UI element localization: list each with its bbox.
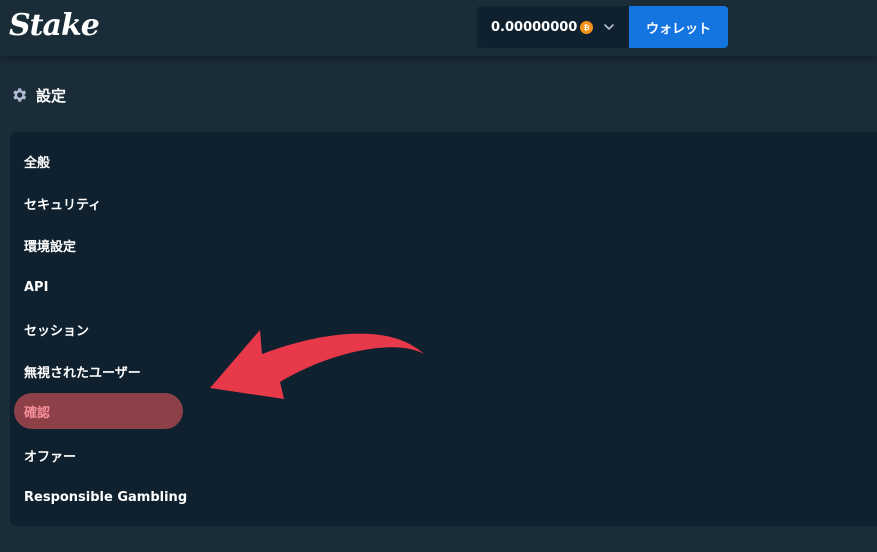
- menu-item-api[interactable]: API: [14, 269, 68, 305]
- stake-logo[interactable]: Stake: [9, 8, 100, 43]
- chevron-down-icon: [604, 24, 615, 30]
- menu-item-preferences[interactable]: 環境設定: [14, 227, 96, 263]
- wallet-button[interactable]: ウォレット: [629, 6, 728, 48]
- menu-item-offers[interactable]: オファー: [14, 437, 96, 473]
- balance-selector[interactable]: 0.00000000 ₿: [477, 6, 629, 48]
- bitcoin-icon: ₿: [580, 20, 594, 34]
- menu-item-ignored-users[interactable]: 無視されたユーザー: [14, 353, 161, 389]
- top-bar: Stake 0.00000000 ₿ ウォレット: [0, 0, 877, 56]
- svg-text:₿: ₿: [584, 23, 590, 32]
- menu-item-general[interactable]: 全般: [14, 143, 70, 179]
- gear-icon: [13, 88, 27, 102]
- balance-amount: 0.00000000: [491, 19, 578, 35]
- menu-item-responsible-gambling[interactable]: Responsible Gambling: [14, 479, 207, 515]
- page-title: 設定: [36, 86, 67, 105]
- page-header: 設定: [10, 83, 66, 107]
- menu-item-security[interactable]: セキュリティ: [14, 185, 121, 221]
- menu-item-verification[interactable]: 確認: [14, 393, 183, 429]
- settings-menu: 全般 セキュリティ 環境設定 API セッション 無視されたユーザー 確認 オフ…: [10, 132, 877, 526]
- menu-item-sessions[interactable]: セッション: [14, 311, 109, 347]
